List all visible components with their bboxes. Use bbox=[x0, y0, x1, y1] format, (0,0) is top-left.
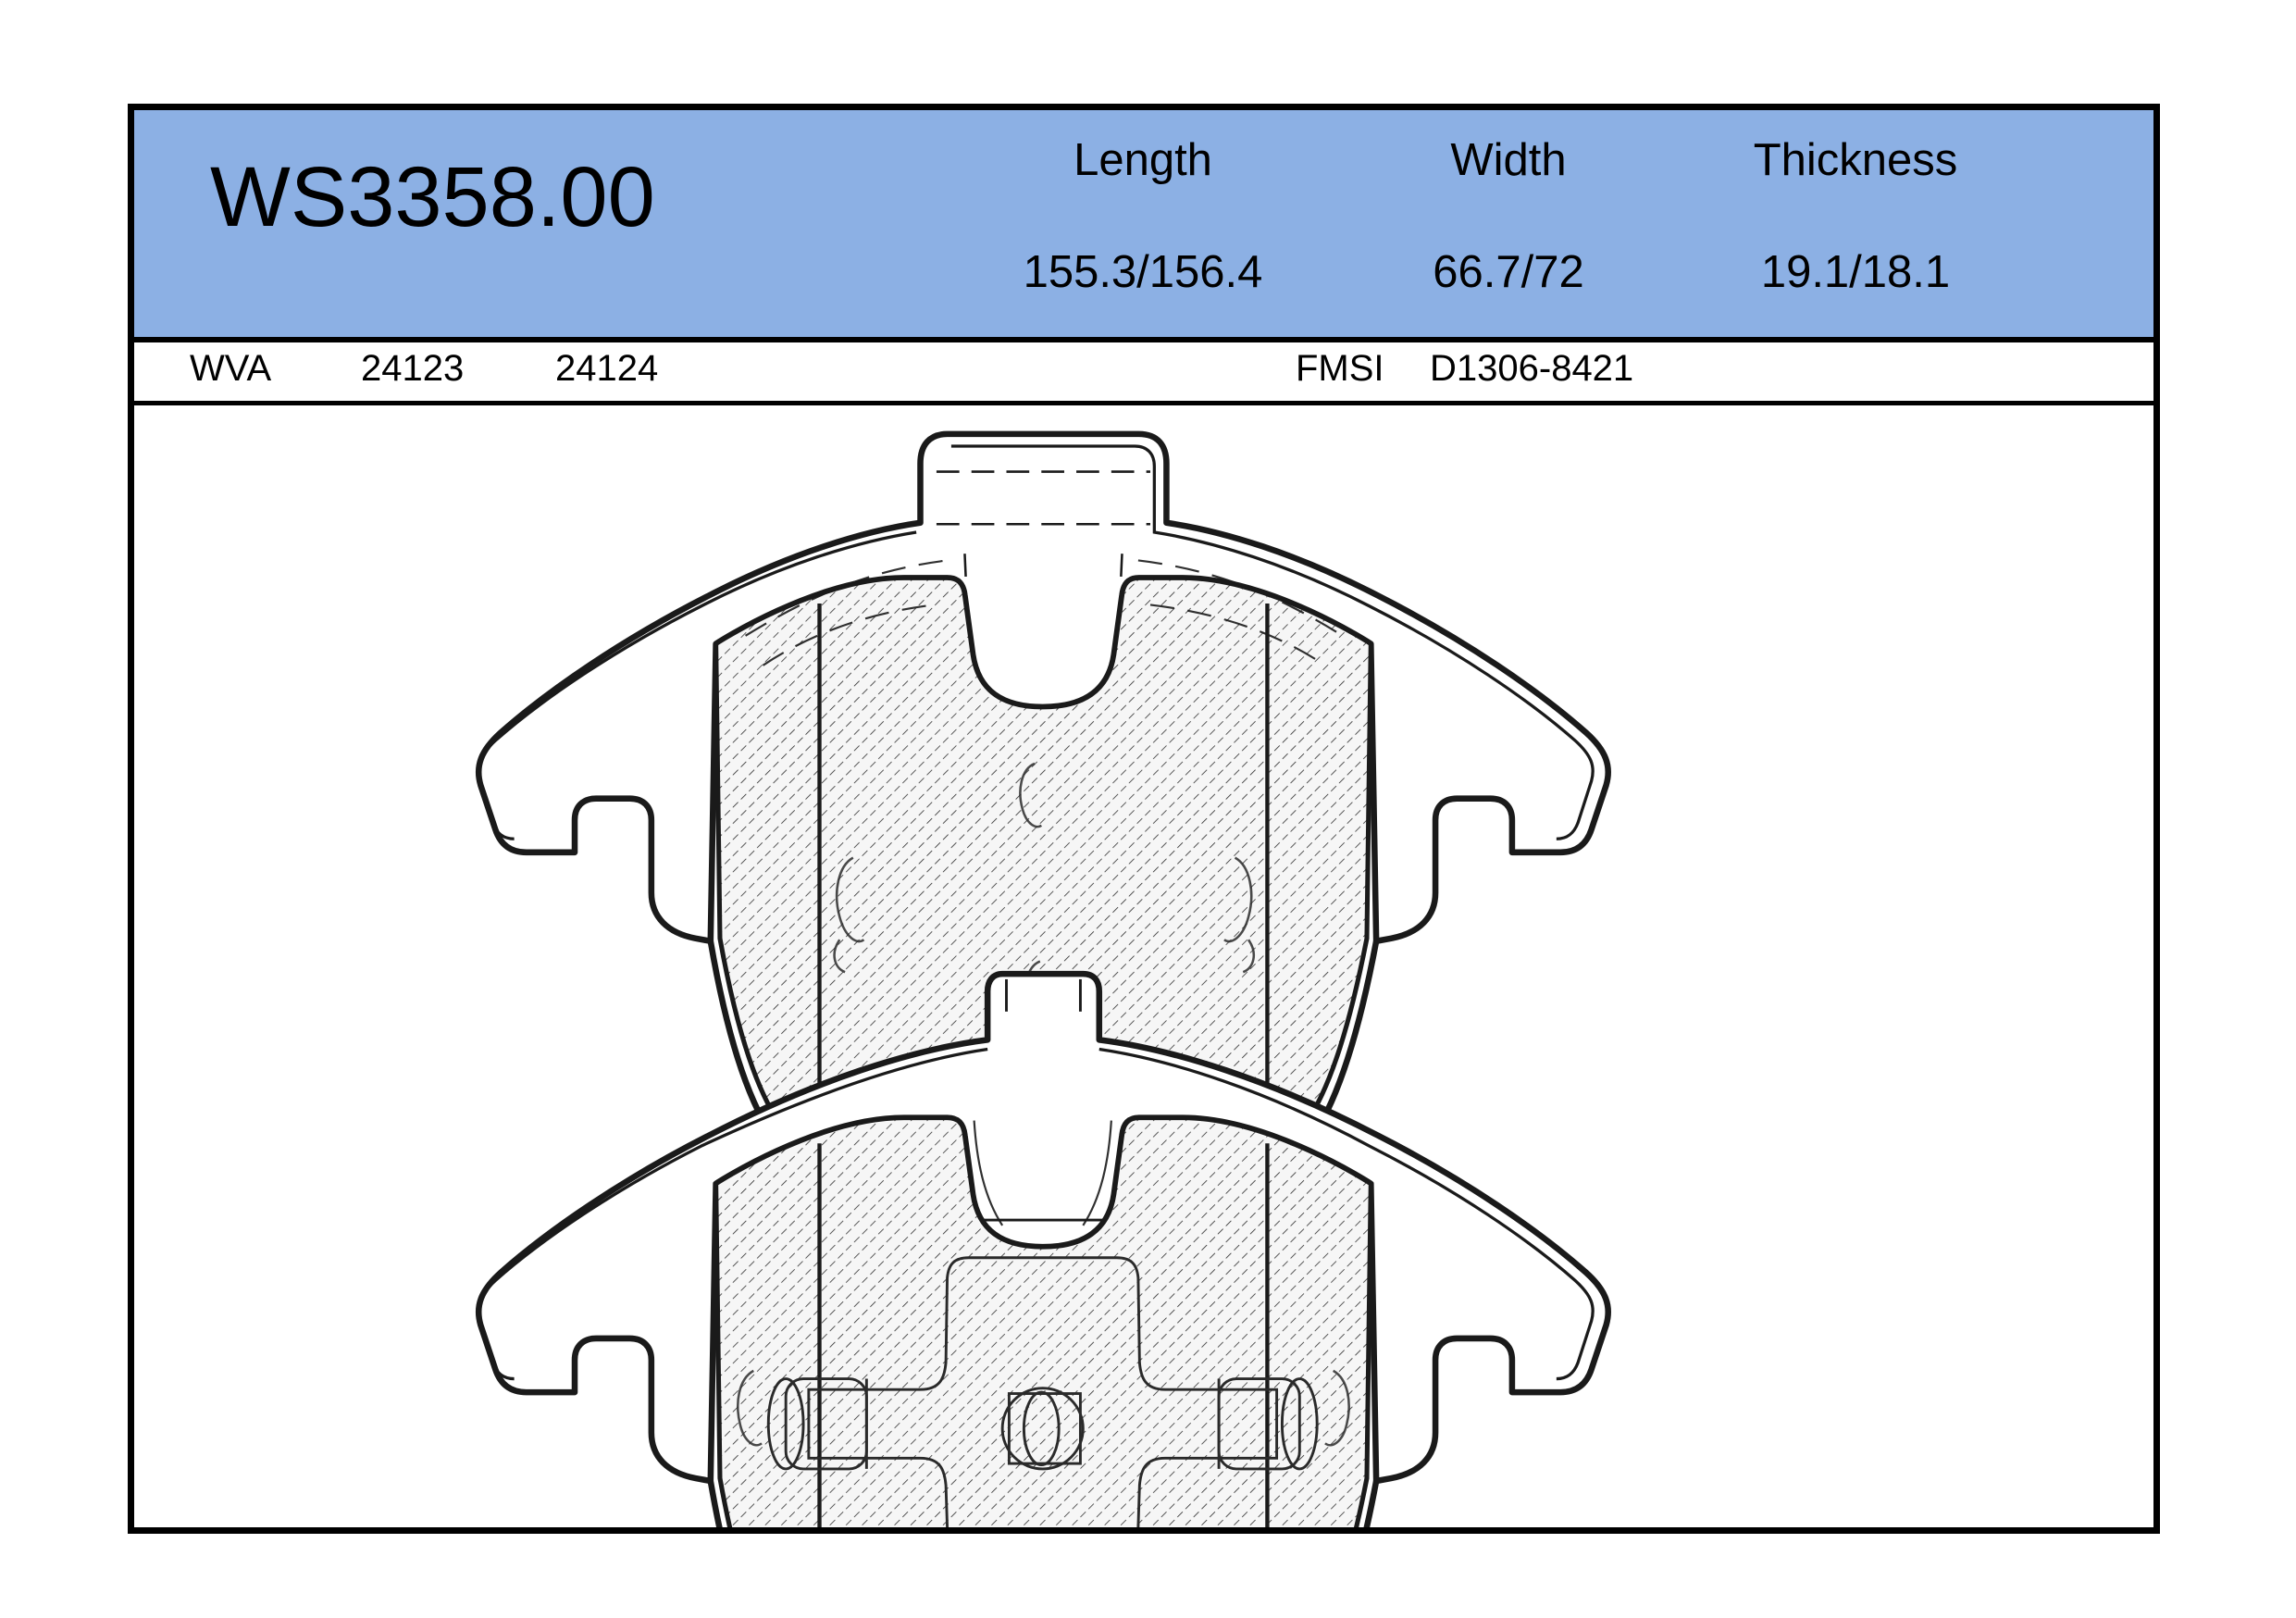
spec-label-width: Width bbox=[1450, 135, 1567, 185]
spec-value-thickness: 19.1/18.1 bbox=[1760, 247, 1951, 297]
reference-codes-row: WVA 24123 24124 FMSI D1306-8421 bbox=[134, 342, 2153, 405]
spec-label-thickness: Thickness bbox=[1753, 135, 1958, 185]
spec-column-thickness: Thickness 19.1/18.1 bbox=[1670, 138, 2041, 295]
spec-value-length: 155.3/156.4 bbox=[1023, 247, 1263, 297]
drawing-area bbox=[134, 405, 2153, 1527]
product-spec-card: WS3358.00 Length 155.3/156.4 Width 66.7/… bbox=[128, 104, 2160, 1534]
wva-code-1: 24123 bbox=[361, 348, 465, 389]
brake-pad-technical-drawing bbox=[475, 430, 1611, 1527]
fmsi-code: D1306-8421 bbox=[1430, 348, 1634, 389]
wva-label: WVA bbox=[190, 348, 272, 389]
spec-column-width: Width 66.7/72 bbox=[1356, 138, 1661, 295]
spec-header-band: WS3358.00 Length 155.3/156.4 Width 66.7/… bbox=[134, 110, 2153, 342]
spec-label-length: Length bbox=[1074, 135, 1212, 185]
fmsi-label: FMSI bbox=[1296, 348, 1384, 389]
pad-lower bbox=[475, 970, 1611, 1527]
part-number: WS3358.00 bbox=[210, 150, 655, 244]
wva-code-2: 24124 bbox=[555, 348, 659, 389]
spec-column-length: Length 155.3/156.4 bbox=[949, 138, 1337, 295]
spec-value-width: 66.7/72 bbox=[1433, 247, 1584, 297]
